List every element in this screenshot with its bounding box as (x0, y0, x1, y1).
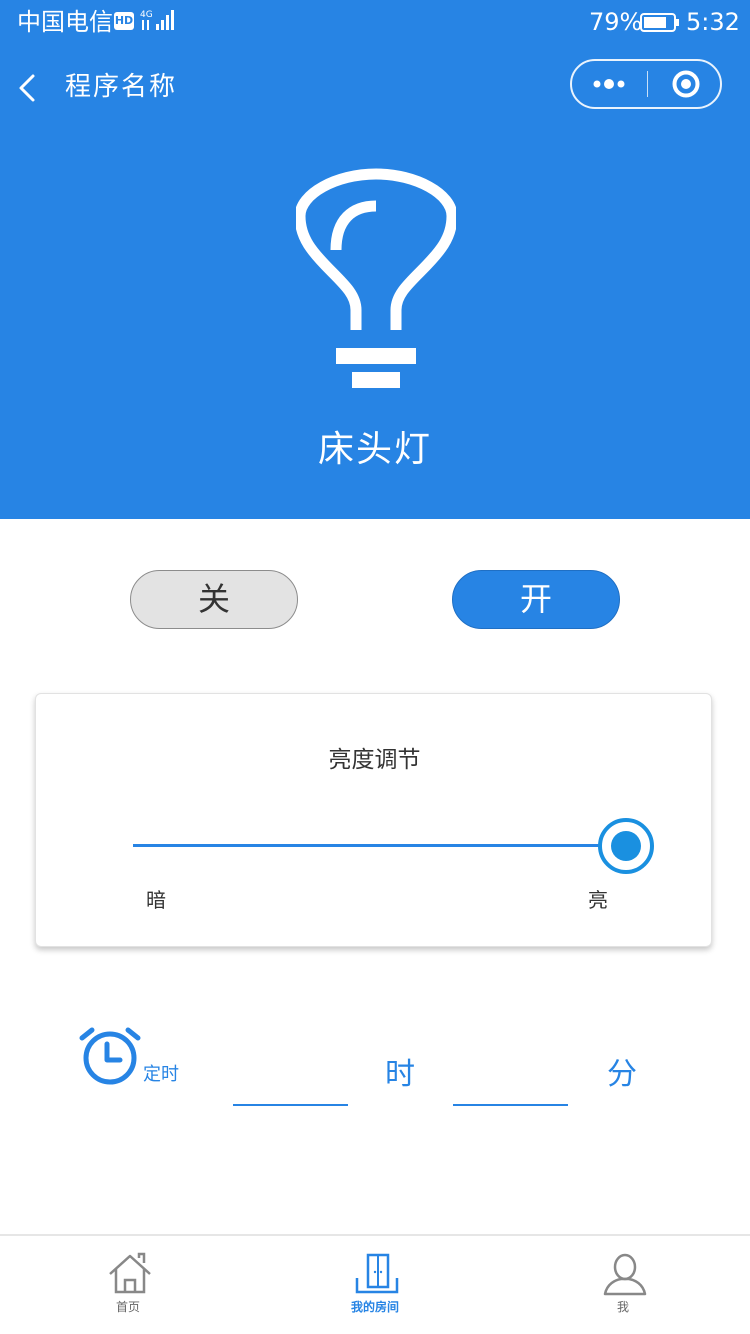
hour-unit: 时 (385, 1057, 415, 1092)
user-icon (603, 1253, 647, 1296)
carrier-name: 中国电信 (17, 8, 113, 36)
home-icon (109, 1252, 151, 1294)
tab-my-room-label: 我的房间 (350, 1300, 399, 1314)
target-circle-icon[interactable] (648, 61, 720, 107)
minute-input[interactable] (453, 1050, 568, 1106)
tab-me-label: 我 (616, 1300, 629, 1314)
room-door-icon (355, 1253, 399, 1294)
brightness-slider-thumb[interactable] (598, 818, 654, 874)
tab-bar: 首页 我的房间 我 (0, 1234, 750, 1334)
signal-icon: 4G (140, 10, 174, 30)
brightness-slider-fill (133, 844, 633, 847)
status-time: 5:32 (686, 8, 740, 36)
header-banner: 中国电信 HD 4G 79% 5:32 程序名称 床头灯 (0, 0, 750, 519)
timer-label: 定时 (143, 1064, 179, 1085)
alarm-clock-icon (79, 1027, 141, 1085)
slider-thumb-center (611, 831, 641, 861)
tab-home-label: 首页 (115, 1300, 140, 1314)
status-bar: 中国电信 HD 4G 79% 5:32 (0, 0, 750, 44)
chevron-left-icon[interactable] (12, 68, 48, 108)
off-button[interactable]: 关 (130, 570, 298, 629)
tab-me[interactable]: 我 (498, 1236, 748, 1334)
brightness-slider-track[interactable] (133, 844, 633, 847)
minute-unit: 分 (607, 1057, 637, 1092)
lightbulb-icon (296, 168, 456, 388)
battery-percent: 79% (589, 8, 643, 36)
network-type: 4G (140, 10, 153, 20)
page-title: 程序名称 (65, 72, 178, 102)
capsule-menu (570, 59, 722, 109)
more-dots-icon[interactable] (572, 61, 647, 107)
brightness-max-label: 亮 (588, 888, 608, 912)
hd-badge: HD (114, 12, 134, 30)
device-name: 床头灯 (317, 429, 432, 470)
battery-icon (640, 13, 679, 32)
brightness-title: 亮度调节 (328, 747, 421, 773)
hour-input[interactable] (233, 1050, 348, 1106)
nav-bar: 程序名称 (0, 48, 750, 128)
brightness-min-label: 暗 (146, 888, 166, 912)
tab-my-room[interactable]: 我的房间 (250, 1236, 500, 1334)
brightness-card: 亮度调节 暗 亮 (35, 693, 712, 947)
tab-home[interactable]: 首页 (3, 1236, 253, 1334)
on-button[interactable]: 开 (452, 570, 620, 629)
